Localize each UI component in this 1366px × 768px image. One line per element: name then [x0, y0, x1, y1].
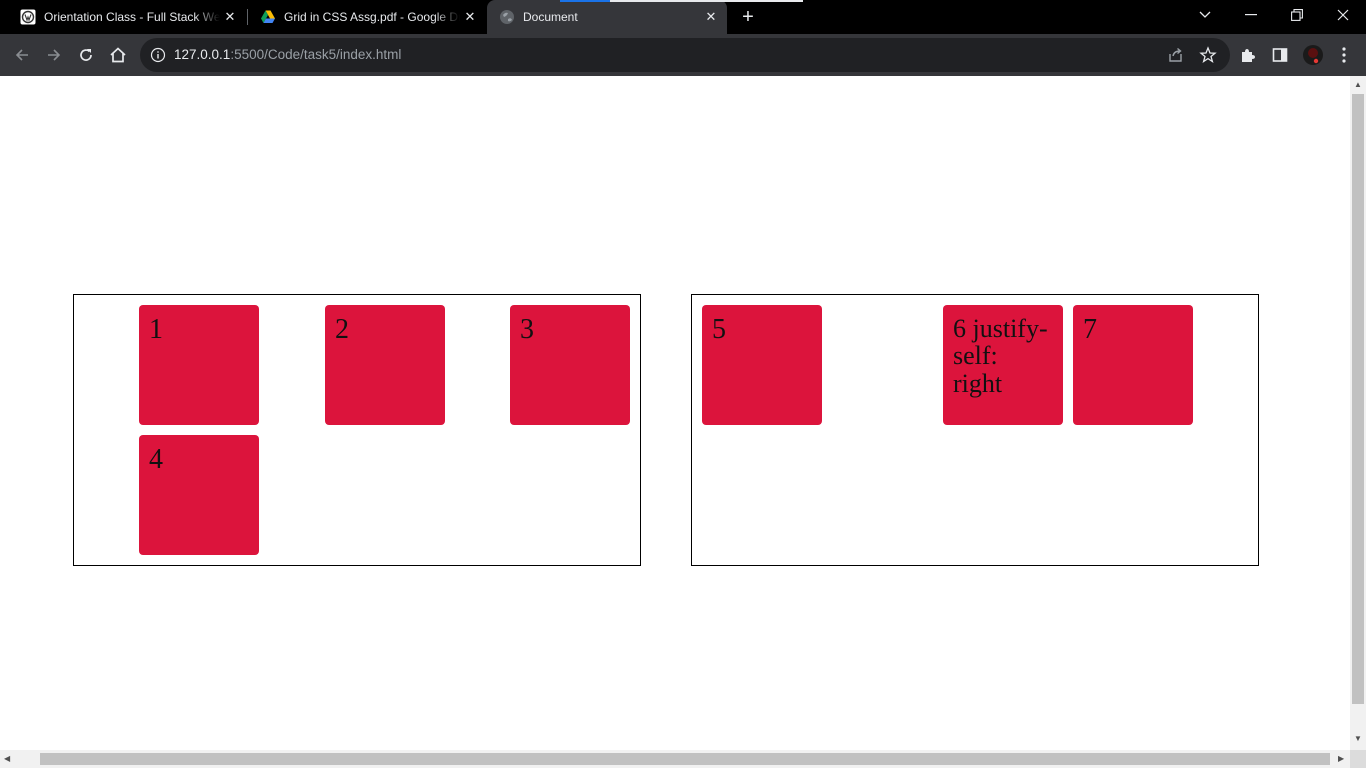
- horizontal-scrollbar[interactable]: ◀ ▶: [0, 750, 1350, 768]
- tab-document[interactable]: Document ✕: [487, 0, 727, 34]
- tab-search-button[interactable]: [1182, 0, 1228, 30]
- vertical-scrollbar[interactable]: ▲ ▼: [1350, 76, 1366, 750]
- side-panel-icon: [1272, 48, 1288, 62]
- close-tab-icon[interactable]: ✕: [460, 7, 480, 27]
- url-host: 127.0.0.1: [174, 47, 231, 62]
- minimize-button[interactable]: [1228, 0, 1274, 30]
- tab-orientation-class[interactable]: Orientation Class - Full Stack We ✕: [8, 0, 246, 34]
- reload-icon: [80, 49, 92, 61]
- grid-item-justify-self-right: 6 justify-self: right: [943, 305, 1063, 425]
- scroll-right-icon[interactable]: ▶: [1338, 754, 1344, 763]
- tab-strip: Orientation Class - Full Stack We ✕ Grid…: [0, 0, 1366, 34]
- scroll-up-icon[interactable]: ▲: [1354, 80, 1362, 89]
- kebab-menu-icon: [1342, 47, 1346, 63]
- tab-title: Orientation Class - Full Stack We: [44, 10, 220, 24]
- globe-icon: [499, 9, 515, 25]
- extensions-button[interactable]: [1232, 39, 1264, 71]
- profile-button[interactable]: [1297, 39, 1329, 71]
- close-icon: [1337, 9, 1349, 21]
- grid-item-label: 3: [520, 314, 534, 345]
- grid-container-left: 1 2 3 4: [73, 294, 641, 566]
- grid-container-right: 5 6 justify-self: right 7: [691, 294, 1259, 566]
- grid-item: 7: [1073, 305, 1193, 425]
- tab-title: Document: [523, 10, 578, 24]
- bookmark-star-icon[interactable]: [1198, 45, 1218, 65]
- close-tab-icon[interactable]: ✕: [220, 7, 240, 27]
- avatar: [1303, 45, 1323, 65]
- scroll-left-icon[interactable]: ◀: [4, 754, 10, 763]
- grid-item-label: 2: [335, 314, 349, 345]
- back-arrow-icon: [15, 49, 28, 61]
- grid-item-label: 4: [149, 444, 163, 475]
- scroll-down-icon[interactable]: ▼: [1354, 734, 1362, 743]
- tab-google-drive[interactable]: Grid in CSS Assg.pdf - Google Dri ✕: [248, 0, 486, 34]
- scrollbar-corner: [1350, 750, 1366, 768]
- grid-item-label: 5: [712, 314, 726, 345]
- wordpress-icon: [20, 9, 36, 25]
- chevron-down-icon: [1199, 11, 1211, 18]
- horizontal-scroll-thumb[interactable]: [40, 753, 1330, 765]
- close-window-button[interactable]: [1320, 0, 1366, 30]
- share-icon[interactable]: [1166, 45, 1186, 65]
- back-button[interactable]: [6, 39, 38, 71]
- minimize-icon: [1245, 14, 1257, 16]
- page-viewport: 1 2 3 4 5 6 justify-self: right 7: [0, 76, 1350, 750]
- plus-icon: +: [742, 5, 754, 28]
- new-tab-button[interactable]: +: [734, 4, 762, 30]
- home-button[interactable]: [102, 39, 134, 71]
- grid-item-label: 6 justify-self: right: [953, 314, 1048, 398]
- grid-item-label: 1: [149, 314, 163, 345]
- restore-icon: [1291, 9, 1303, 21]
- grid-item: 4: [139, 435, 259, 555]
- tab-loading-indicator: [610, 0, 803, 2]
- restore-button[interactable]: [1274, 0, 1320, 30]
- forward-button[interactable]: [38, 39, 70, 71]
- browser-menu-button[interactable]: [1328, 39, 1360, 71]
- grid-item: 1: [139, 305, 259, 425]
- browser-toolbar: 127.0.0.1:5500/Code/task5/index.html: [0, 34, 1366, 76]
- site-info-icon[interactable]: [150, 47, 166, 63]
- grid-item: 3: [510, 305, 630, 425]
- vertical-scroll-thumb[interactable]: [1352, 94, 1364, 704]
- puzzle-icon: [1242, 49, 1255, 62]
- url-path: :5500/Code/task5/index.html: [230, 47, 402, 62]
- tab-loading-indicator: [560, 0, 610, 2]
- address-bar[interactable]: 127.0.0.1:5500/Code/task5/index.html: [140, 38, 1230, 72]
- reload-button[interactable]: [70, 39, 102, 71]
- tab-title: Grid in CSS Assg.pdf - Google Dri: [284, 10, 460, 24]
- grid-item-label: 7: [1083, 314, 1097, 345]
- grid-item: 2: [325, 305, 445, 425]
- forward-arrow-icon: [48, 49, 61, 61]
- close-tab-icon[interactable]: ✕: [701, 7, 721, 27]
- grid-item: 5: [702, 305, 822, 425]
- home-icon: [110, 47, 126, 63]
- google-drive-icon: [260, 9, 276, 25]
- side-panel-button[interactable]: [1264, 39, 1296, 71]
- url-text[interactable]: 127.0.0.1:5500/Code/task5/index.html: [174, 47, 401, 62]
